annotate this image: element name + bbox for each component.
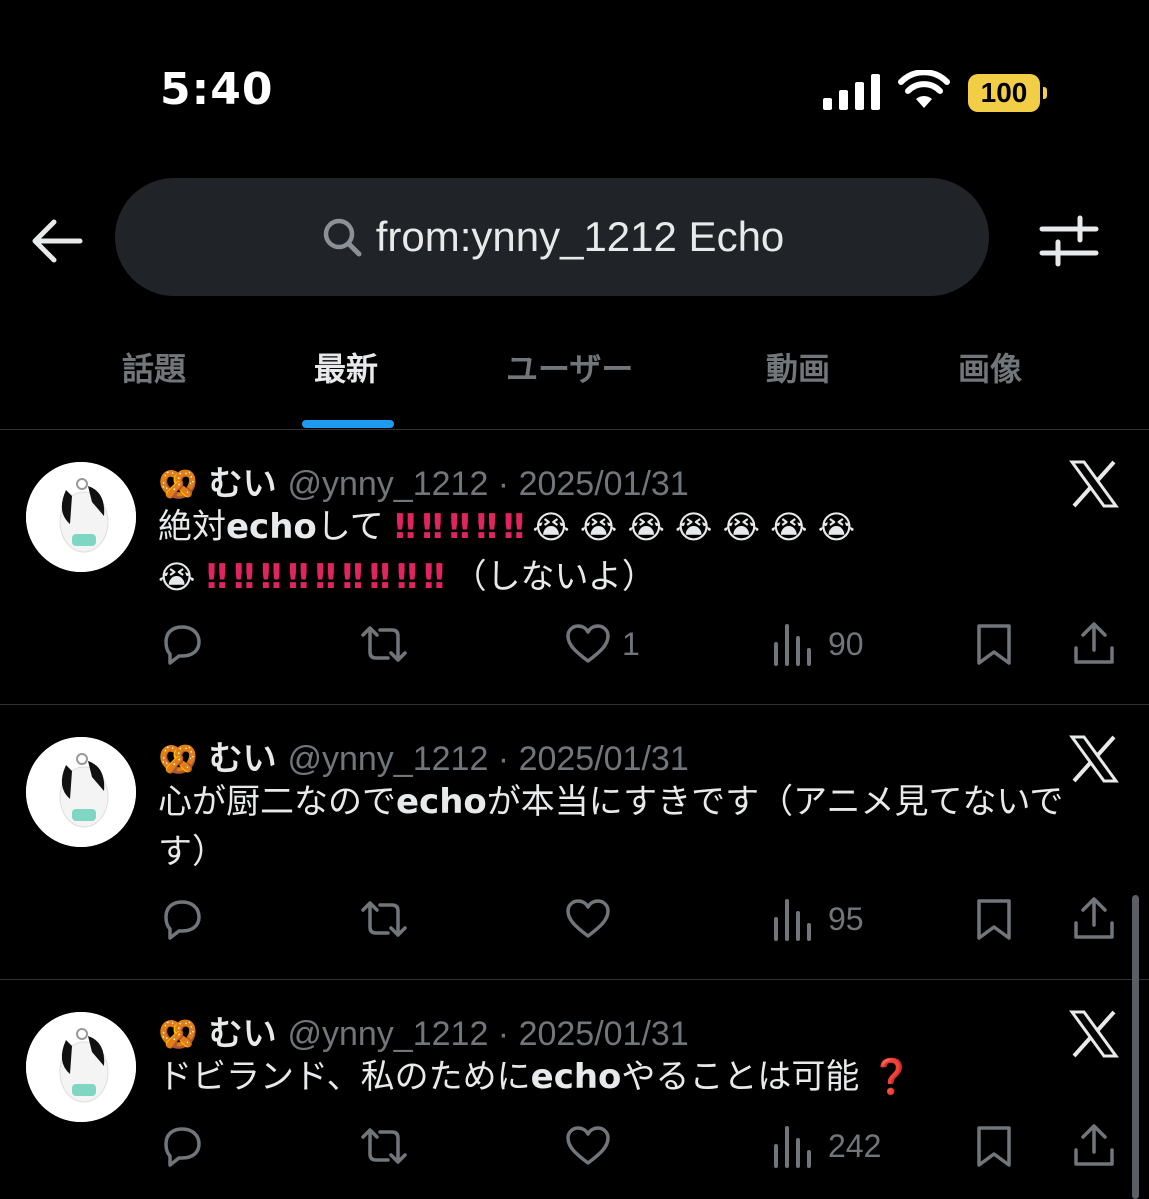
views-button[interactable]: 242 bbox=[770, 1116, 881, 1176]
pretzel-emoji: 🥨 bbox=[158, 1015, 198, 1053]
tab-images[interactable]: 画像 bbox=[958, 344, 1022, 390]
pretzel-emoji: 🥨 bbox=[158, 740, 198, 778]
wifi-icon bbox=[898, 70, 950, 108]
view-count: 90 bbox=[828, 625, 864, 662]
handle-and-date[interactable]: @ynny_1212 · 2025/01/31 bbox=[287, 740, 688, 778]
tweet-actions: 95 bbox=[0, 889, 1149, 949]
tab-videos[interactable]: 動画 bbox=[766, 344, 830, 390]
tweet-text-pre: 絶対 bbox=[158, 507, 226, 547]
search-input[interactable]: from:ynny_1212 Echo bbox=[115, 178, 989, 296]
avatar[interactable] bbox=[26, 737, 136, 847]
reply-icon bbox=[164, 1127, 201, 1167]
back-arrow-icon[interactable] bbox=[28, 212, 86, 270]
like-button[interactable] bbox=[564, 889, 622, 949]
tweet-text-bold: echo bbox=[530, 1057, 622, 1097]
heart-icon bbox=[566, 1126, 610, 1165]
views-icon bbox=[774, 899, 811, 941]
tweet[interactable]: 🥨 むい @ynny_1212 · 2025/01/31 心が厨二なのでecho… bbox=[0, 705, 1149, 980]
battery-indicator: 100 bbox=[968, 74, 1047, 112]
exclamation-emojis: ‼ ‼ ‼ ‼ ‼ ‼ ‼ ‼ ‼ bbox=[206, 557, 445, 597]
reply-icon bbox=[164, 625, 201, 665]
tab-top[interactable]: 話題 bbox=[122, 344, 186, 390]
views-button[interactable]: 95 bbox=[770, 889, 864, 949]
tweet-text-tail: （しないよ） bbox=[452, 557, 656, 597]
scrollbar[interactable] bbox=[1132, 895, 1139, 1199]
share-icon bbox=[1074, 897, 1114, 939]
like-button[interactable]: 1 bbox=[564, 614, 640, 674]
views-icon bbox=[774, 624, 811, 666]
tweet-text: ドビランド、私のためにechoやることは可能 ❓ bbox=[158, 1052, 1088, 1102]
reply-icon bbox=[164, 900, 201, 940]
pretzel-emoji: 🥨 bbox=[158, 465, 198, 503]
tweet-header: 🥨 むい @ynny_1212 · 2025/01/31 bbox=[158, 731, 689, 780]
tweet[interactable]: 🥨 むい @ynny_1212 · 2025/01/31 絶対echoして ‼ … bbox=[0, 430, 1149, 705]
display-name[interactable]: むい bbox=[209, 739, 277, 779]
share-button[interactable] bbox=[1070, 889, 1118, 949]
bookmark-icon bbox=[977, 1126, 1011, 1167]
heart-icon bbox=[566, 899, 610, 938]
status-time: 5:40 bbox=[160, 64, 274, 115]
avatar[interactable] bbox=[26, 462, 136, 572]
view-count: 95 bbox=[828, 900, 864, 937]
tweet-text-post: して bbox=[316, 507, 384, 547]
tab-users[interactable]: ユーザー bbox=[506, 344, 633, 390]
share-icon bbox=[1074, 622, 1114, 664]
bookmark-button[interactable] bbox=[970, 1116, 1018, 1176]
tweet-text-pre: ドビランド、私のために bbox=[158, 1057, 531, 1097]
avatar-image bbox=[26, 462, 136, 572]
status-bar: 5:40 100 bbox=[0, 0, 1149, 160]
like-button[interactable] bbox=[564, 1116, 622, 1176]
reply-button[interactable] bbox=[158, 889, 206, 949]
like-count: 1 bbox=[622, 625, 640, 662]
active-tab-indicator bbox=[302, 420, 394, 428]
view-count: 242 bbox=[828, 1127, 882, 1164]
share-icon bbox=[1074, 1124, 1114, 1166]
crying-emojis: 😭 😭 😭 😭 😭 😭 😭 bbox=[532, 508, 856, 546]
avatar-image bbox=[26, 1012, 136, 1122]
repost-button[interactable] bbox=[360, 614, 408, 674]
crying-emoji: 😭 bbox=[158, 558, 196, 596]
tweet-header: 🥨 むい @ynny_1212 · 2025/01/31 bbox=[158, 1006, 689, 1055]
filter-settings-icon[interactable] bbox=[1038, 212, 1100, 270]
display-name[interactable]: むい bbox=[209, 464, 277, 504]
handle-and-date[interactable]: @ynny_1212 · 2025/01/31 bbox=[287, 465, 688, 503]
bookmark-icon bbox=[977, 899, 1011, 940]
heart-icon bbox=[566, 624, 610, 663]
tweet-text: 心が厨二なのでechoが本当にすきです（アニメ見てないです） bbox=[158, 777, 1088, 877]
repost-button[interactable] bbox=[360, 889, 408, 949]
tweet-actions: 242 bbox=[0, 1116, 1149, 1176]
repost-icon bbox=[361, 901, 407, 937]
tweet[interactable]: 🥨 むい @ynny_1212 · 2025/01/31 ドビランド、私のために… bbox=[0, 980, 1149, 1199]
share-button[interactable] bbox=[1070, 1116, 1118, 1176]
views-button[interactable]: 90 bbox=[770, 614, 864, 674]
search-query: from:ynny_1212 Echo bbox=[375, 213, 785, 260]
repost-icon bbox=[361, 626, 407, 662]
reply-button[interactable] bbox=[158, 614, 206, 674]
search-icon bbox=[323, 218, 362, 257]
tweet-text-bold: echo bbox=[226, 507, 317, 547]
tweet-actions: 1 90 bbox=[0, 614, 1149, 674]
avatar[interactable] bbox=[26, 1012, 136, 1122]
repost-icon bbox=[361, 1128, 407, 1164]
display-name[interactable]: むい bbox=[209, 1014, 277, 1054]
handle-and-date[interactable]: @ynny_1212 · 2025/01/31 bbox=[287, 1015, 688, 1053]
tweet-text-pre: 心が厨二なので bbox=[158, 782, 396, 822]
reply-button[interactable] bbox=[158, 1116, 206, 1176]
views-icon bbox=[774, 1126, 811, 1168]
share-button[interactable] bbox=[1070, 614, 1118, 674]
tab-latest[interactable]: 最新 bbox=[314, 344, 378, 390]
exclamation-emojis: ‼ ‼ ‼ ‼ ‼ bbox=[394, 507, 525, 547]
search-tabs: 話題 最新 ユーザー 動画 画像 bbox=[0, 330, 1149, 430]
bookmark-button[interactable] bbox=[970, 614, 1018, 674]
bookmark-icon bbox=[977, 624, 1011, 665]
bookmark-button[interactable] bbox=[970, 889, 1018, 949]
tweet-header: 🥨 むい @ynny_1212 · 2025/01/31 bbox=[158, 456, 689, 505]
tweet-text: 絶対echoして ‼ ‼ ‼ ‼ ‼ 😭 😭 😭 😭 😭 😭 😭 😭 ‼ ‼ ‼… bbox=[158, 502, 1088, 602]
repost-button[interactable] bbox=[360, 1116, 408, 1176]
tweet-text-post: やることは可能 bbox=[621, 1057, 860, 1097]
question-mark-emoji: ❓ bbox=[870, 1057, 913, 1097]
signal-icon bbox=[823, 74, 881, 110]
tweet-text-bold: echo bbox=[396, 782, 487, 822]
avatar-image bbox=[26, 737, 136, 847]
